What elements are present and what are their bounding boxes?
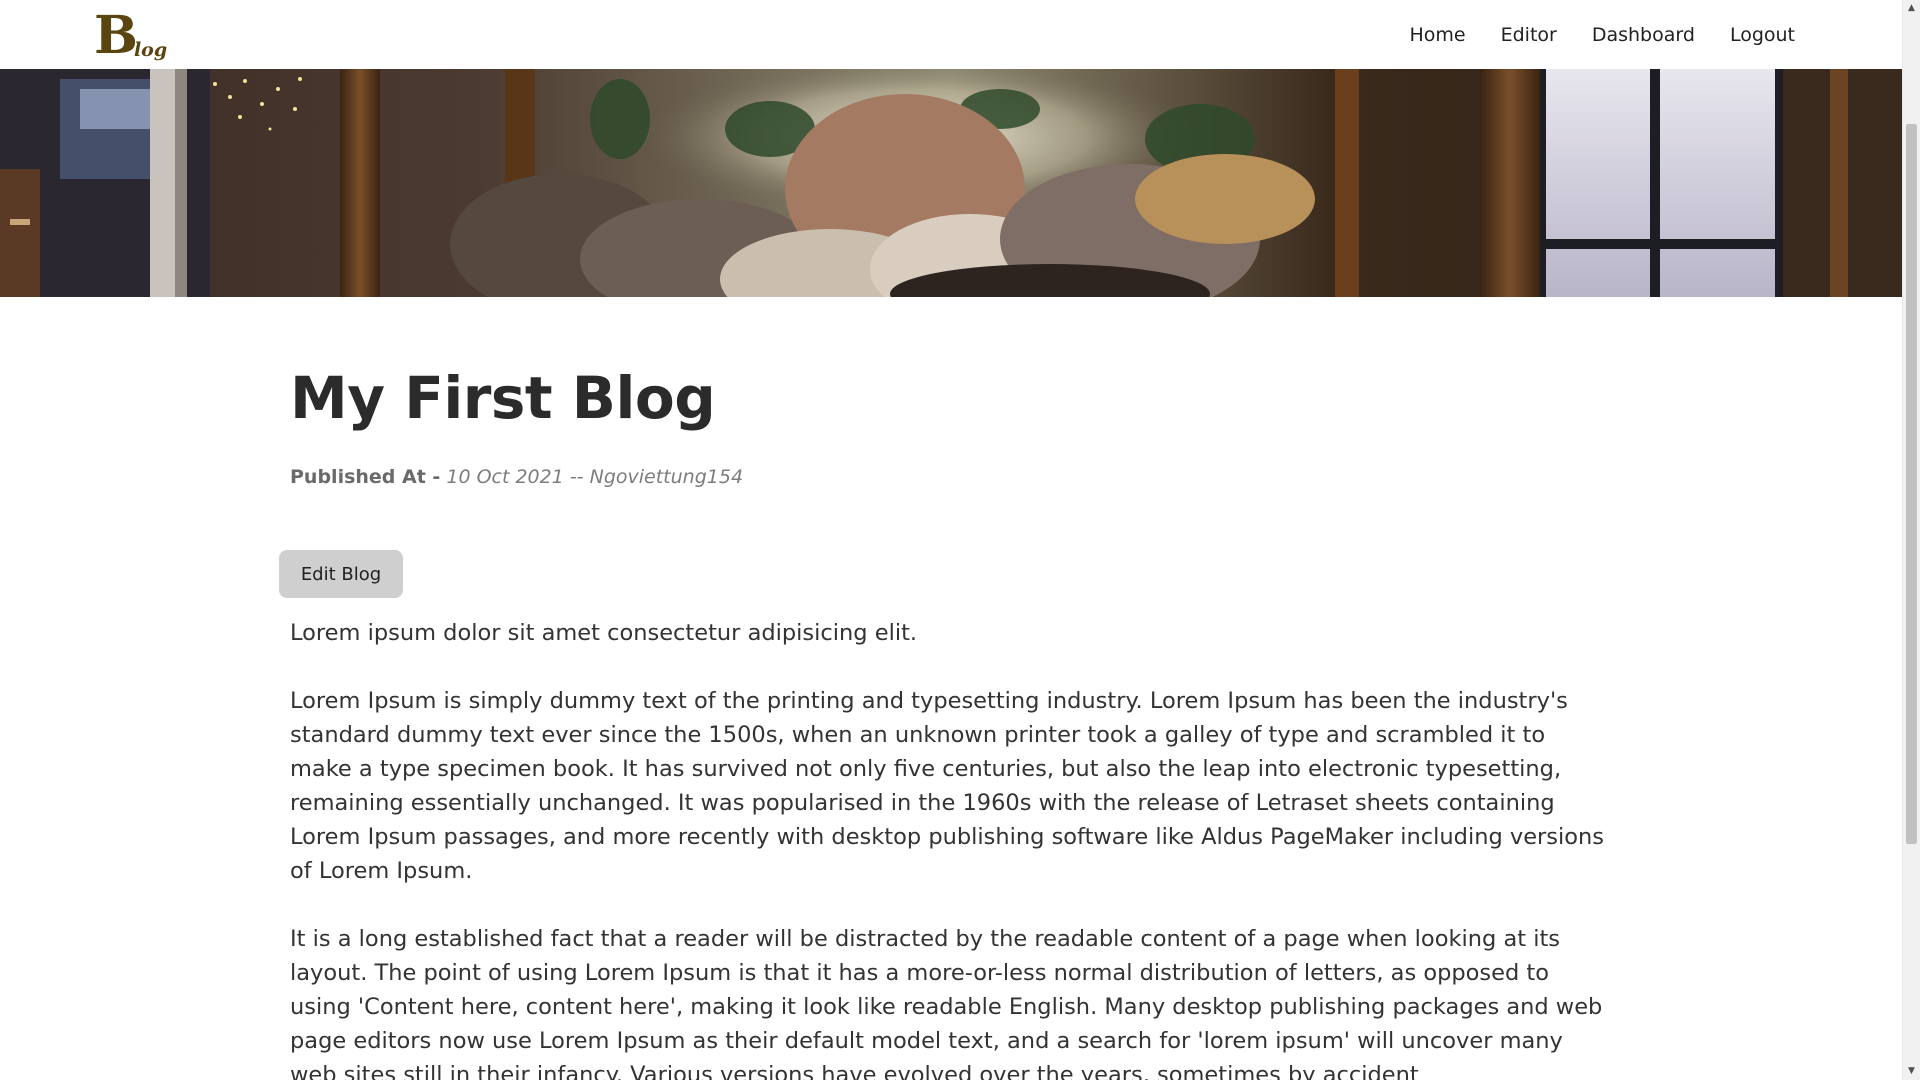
edit-blog-button[interactable]: Edit Blog [279, 550, 403, 598]
nav-link-home[interactable]: Home [1410, 24, 1466, 46]
nav-link-dashboard[interactable]: Dashboard [1592, 24, 1695, 46]
published-date-author: 10 Oct 2021 -- Ngoviettung154 [446, 466, 744, 488]
blog-banner-image [0, 69, 1902, 297]
browser-viewport: B log Home Editor Dashboard Logout My Fi… [0, 0, 1920, 1080]
blog-article: My First Blog Published At - 10 Oct 2021… [279, 360, 1610, 1080]
blog-content: Lorem ipsum dolor sit amet consectetur a… [290, 616, 1610, 1080]
publish-info: Published At - 10 Oct 2021 -- Ngoviettun… [290, 464, 1610, 490]
blog-page: B log Home Editor Dashboard Logout My Fi… [0, 0, 1902, 1080]
navbar: B log Home Editor Dashboard Logout [0, 0, 1902, 69]
logo-link[interactable]: B log [94, 6, 167, 62]
logo-initial: B [94, 5, 138, 66]
blog-paragraph: It is a long established fact that a rea… [290, 926, 1603, 1080]
nav-link-logout[interactable]: Logout [1730, 24, 1795, 46]
nav-links: Home Editor Dashboard Logout [1410, 0, 1796, 69]
nav-link-editor[interactable]: Editor [1501, 24, 1557, 46]
published-at-label: Published At - [290, 466, 441, 488]
banner-photo [0, 69, 1902, 297]
vertical-scrollbar[interactable]: ▲ ▼ [1902, 0, 1920, 1080]
triangle-down-icon[interactable]: ▼ [1903, 1063, 1920, 1080]
logo-suffix: log [133, 39, 168, 61]
triangle-up-icon[interactable]: ▲ [1903, 0, 1920, 17]
blog-paragraph: Lorem Ipsum is simply dummy text of the … [290, 688, 1605, 884]
blog-title: My First Blog [290, 364, 716, 432]
blog-paragraph: Lorem ipsum dolor sit amet consectetur a… [290, 620, 918, 646]
scrollbar-thumb[interactable] [1906, 124, 1917, 844]
